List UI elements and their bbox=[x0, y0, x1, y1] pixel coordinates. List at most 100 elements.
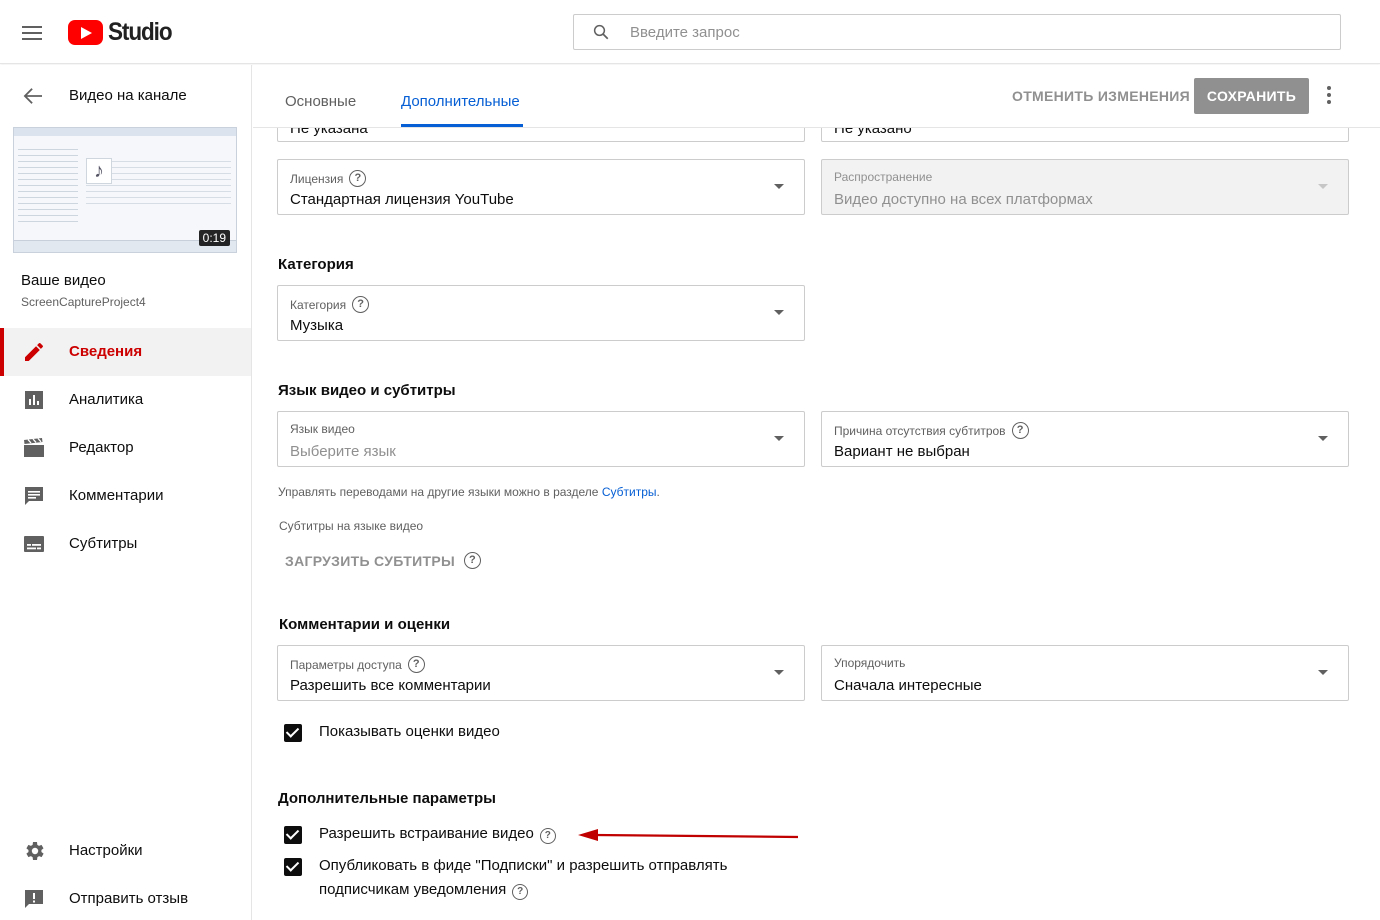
help-icon[interactable]: ? bbox=[1011, 422, 1029, 439]
comment-access-value: Разрешить все комментарии bbox=[290, 677, 491, 694]
comment-sort-label: Упорядочить bbox=[834, 656, 906, 670]
publish-feed-checkbox[interactable] bbox=[284, 858, 302, 876]
subtitles-icon bbox=[24, 536, 44, 552]
music-note-icon: ♪ bbox=[86, 158, 112, 184]
back-arrow-icon[interactable] bbox=[22, 87, 44, 105]
save-button[interactable]: СОХРАНИТЬ bbox=[1194, 78, 1309, 114]
comments-section-title: Комментарии и оценки bbox=[279, 616, 451, 633]
sidebar-item-label: Комментарии bbox=[69, 487, 164, 504]
annotation-arrow-icon bbox=[578, 829, 799, 841]
analytics-icon bbox=[25, 391, 43, 409]
sidebar-item-label: Отправить отзыв bbox=[69, 890, 189, 907]
video-title-label: Ваше видео bbox=[21, 272, 106, 289]
distribution-select: Распространение Видео доступно на всех п… bbox=[821, 159, 1349, 215]
video-name: ScreenCaptureProject4 bbox=[21, 295, 146, 309]
active-tab-indicator bbox=[401, 124, 523, 127]
dropdown-arrow-icon bbox=[1318, 184, 1328, 189]
category-select[interactable]: Категория? Музыка bbox=[277, 285, 805, 341]
sidebar-item-label: Аналитика bbox=[69, 391, 144, 408]
comment-access-select[interactable]: Параметры доступа? Разрешить все коммент… bbox=[277, 645, 805, 701]
show-ratings-checkbox[interactable] bbox=[284, 724, 302, 742]
sidebar-item-editor[interactable]: Редактор bbox=[0, 424, 251, 472]
help-icon[interactable]: ? bbox=[512, 884, 529, 900]
dropdown-arrow-icon bbox=[774, 436, 784, 441]
sidebar-item-label: Субтитры bbox=[69, 535, 138, 552]
pencil-icon bbox=[25, 342, 43, 361]
distribution-value: Видео доступно на всех платформах bbox=[834, 191, 1093, 208]
comment-access-label: Параметры доступа bbox=[290, 657, 402, 672]
language-section-title: Язык видео и субтитры bbox=[278, 382, 456, 399]
sidebar-item-label: Настройки bbox=[69, 842, 143, 859]
sidebar-item-settings[interactable]: Настройки bbox=[0, 827, 251, 875]
search-icon bbox=[593, 24, 609, 40]
subtitles-link[interactable]: Субтитры bbox=[602, 485, 657, 499]
no-subtitles-reason-select[interactable]: Причина отсутствия субтитров? Вариант не… bbox=[821, 411, 1349, 467]
video-thumbnail[interactable]: ♪ 0:19 bbox=[13, 127, 237, 253]
sidebar-item-comments[interactable]: Комментарии bbox=[0, 472, 251, 520]
translations-hint: Управлять переводами на другие языки мож… bbox=[278, 485, 660, 499]
dropdown-arrow-icon bbox=[774, 184, 784, 189]
category-section-title: Категория bbox=[278, 256, 354, 273]
sidebar-item-details[interactable]: Сведения bbox=[0, 328, 251, 376]
video-duration: 0:19 bbox=[198, 230, 230, 246]
sidebar-item-label: Сведения bbox=[69, 343, 143, 360]
allow-embed-row: Разрешить встраивание видео? bbox=[284, 825, 556, 846]
sidebar-item-feedback[interactable]: Отправить отзыв bbox=[0, 875, 251, 920]
menu-icon[interactable] bbox=[22, 26, 42, 40]
thumbnail-image: ♪ bbox=[14, 128, 236, 240]
license-label: Лицензия bbox=[290, 171, 344, 186]
help-icon[interactable]: ? bbox=[539, 828, 556, 844]
show-ratings-row: Показывать оценки видео bbox=[284, 723, 500, 744]
studio-logo[interactable]: Studio bbox=[68, 18, 179, 47]
youtube-logo-icon bbox=[68, 20, 103, 45]
license-value: Стандартная лицензия YouTube bbox=[290, 191, 514, 208]
subtitles-video-language-label: Субтитры на языке видео bbox=[279, 519, 424, 533]
dropdown-arrow-icon bbox=[1318, 436, 1328, 441]
comment-sort-value: Сначала интересные bbox=[834, 677, 982, 694]
comment-icon bbox=[25, 487, 43, 505]
main-content: Не указана Не указано Лицензия? Стандарт… bbox=[253, 65, 1380, 920]
dropdown-arrow-icon bbox=[1318, 670, 1328, 675]
more-options-icon[interactable] bbox=[1326, 86, 1332, 106]
tab-advanced[interactable]: Дополнительные bbox=[401, 93, 520, 110]
extra-section-title: Дополнительные параметры bbox=[278, 790, 496, 807]
show-ratings-label: Показывать оценки видео bbox=[319, 723, 500, 740]
details-header: Основные Дополнительные ОТМЕНИТЬ ИЗМЕНЕН… bbox=[253, 65, 1380, 128]
studio-logo-text: Studio bbox=[108, 18, 173, 46]
sidebar-item-analytics[interactable]: Аналитика bbox=[0, 376, 251, 424]
sidebar: Видео на канале ♪ 0:19 Ваше видео Screen… bbox=[0, 65, 252, 920]
dropdown-arrow-icon bbox=[774, 670, 784, 675]
undo-changes-button[interactable]: ОТМЕНИТЬ ИЗМЕНЕНИЯ bbox=[1012, 88, 1190, 104]
help-icon[interactable]: ? bbox=[407, 656, 425, 673]
allow-embed-checkbox[interactable] bbox=[284, 826, 302, 844]
top-app-bar: Studio Введите запрос bbox=[0, 0, 1380, 64]
gear-icon bbox=[26, 842, 44, 860]
help-icon[interactable]: ? bbox=[349, 170, 367, 187]
sidebar-item-label: Редактор bbox=[69, 439, 134, 456]
sidebar-item-subtitles[interactable]: Субтитры bbox=[0, 520, 251, 568]
publish-feed-row: Опубликовать в фиде "Подписки" и разреши… bbox=[284, 857, 727, 902]
upload-subtitles-button[interactable]: ЗАГРУЗИТЬ СУБТИТРЫ? bbox=[285, 552, 481, 569]
help-icon[interactable]: ? bbox=[352, 296, 370, 313]
license-select[interactable]: Лицензия? Стандартная лицензия YouTube bbox=[277, 159, 805, 215]
clapperboard-icon bbox=[24, 438, 44, 457]
tab-basic[interactable]: Основные bbox=[285, 93, 356, 110]
dropdown-arrow-icon bbox=[774, 310, 784, 315]
video-language-select[interactable]: Язык видео Выберите язык bbox=[277, 411, 805, 467]
no-subtitles-reason-value: Вариант не выбран bbox=[834, 443, 970, 460]
publish-feed-label: Опубликовать в фиде "Подписки" и разреши… bbox=[319, 857, 728, 900]
help-icon[interactable]: ? bbox=[463, 552, 481, 569]
video-language-label: Язык видео bbox=[290, 422, 355, 436]
distribution-label: Распространение bbox=[834, 170, 933, 184]
no-subtitles-reason-label: Причина отсутствия субтитров bbox=[834, 423, 1006, 438]
category-label: Категория bbox=[290, 297, 347, 312]
search-placeholder: Введите запрос bbox=[630, 24, 740, 41]
channel-videos-link[interactable]: Видео на канале bbox=[69, 87, 187, 104]
allow-embed-label: Разрешить встраивание видео? bbox=[319, 822, 556, 846]
search-input[interactable]: Введите запрос bbox=[573, 14, 1341, 50]
category-value: Музыка bbox=[290, 317, 344, 334]
upload-subtitles-label: ЗАГРУЗИТЬ СУБТИТРЫ bbox=[285, 552, 455, 569]
video-language-value: Выберите язык bbox=[290, 443, 396, 460]
feedback-icon bbox=[25, 890, 43, 908]
comment-sort-select[interactable]: Упорядочить Сначала интересные bbox=[821, 645, 1349, 701]
